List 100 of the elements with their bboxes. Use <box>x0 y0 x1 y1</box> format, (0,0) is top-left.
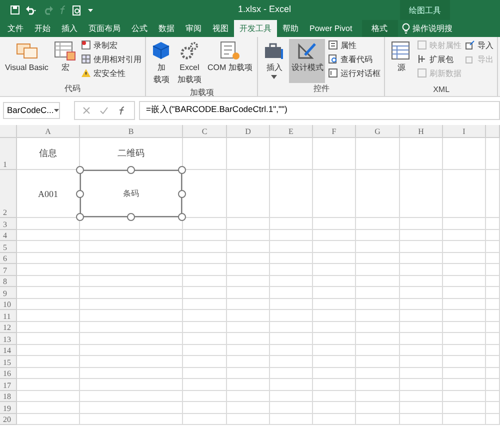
ribbon-tab[interactable]: 开发工具 <box>234 20 277 37</box>
ribbon-button[interactable]: 录制宏 <box>80 39 142 51</box>
row-header[interactable]: 16 <box>0 368 17 379</box>
window-title: 1.xlsx - Excel <box>238 4 292 14</box>
ribbon-tab[interactable]: 插入 <box>56 20 83 37</box>
ruler-pencil-icon <box>296 41 318 61</box>
row-header[interactable]: 19 <box>0 402 17 414</box>
group-label: 控件 <box>312 83 330 95</box>
column-header[interactable]: H <box>400 125 443 138</box>
formula-field[interactable]: =嵌入("BARCODE.BarCodeCtrl.1","") <box>139 100 500 120</box>
ribbon-button[interactable]: 运行对话框 <box>327 67 382 79</box>
row-header[interactable]: 1 <box>0 138 17 170</box>
ribbon-button[interactable]: 加 载项 <box>149 39 174 87</box>
ribbon-button[interactable]: 设计模式 <box>289 39 326 83</box>
resize-handle[interactable] <box>178 190 186 198</box>
ribbon-tab[interactable]: 帮助 <box>277 20 304 37</box>
ribbon-button[interactable]: 使用相对引用 <box>80 53 142 65</box>
resize-handle[interactable] <box>76 213 84 221</box>
column-header[interactable]: I <box>443 125 486 138</box>
macro-sheet-icon <box>54 41 76 61</box>
list-gear-icon <box>218 41 241 61</box>
dialog-icon <box>328 68 338 78</box>
resize-handle[interactable] <box>127 166 135 174</box>
column-header[interactable] <box>486 125 500 138</box>
ribbon-button[interactable]: 查看代码 <box>327 53 382 65</box>
ribbon-button[interactable]: 宏 <box>52 39 78 83</box>
resize-handle[interactable] <box>127 213 135 221</box>
group-label: 加载项 <box>188 87 215 99</box>
view-code-icon <box>328 54 338 64</box>
ribbon-tab[interactable]: 数据 <box>153 20 180 37</box>
toolbox-icon <box>263 41 286 61</box>
export-icon <box>465 54 476 64</box>
row-header[interactable]: 14 <box>0 344 17 356</box>
row-header[interactable]: 12 <box>0 322 17 333</box>
cancel-icon[interactable] <box>83 106 90 114</box>
lightbulb-icon[interactable] <box>402 23 410 34</box>
row-header[interactable]: 5 <box>0 241 17 252</box>
warning-icon <box>81 68 92 78</box>
row-header[interactable]: 11 <box>0 310 17 322</box>
save-icon[interactable] <box>10 5 20 15</box>
ribbon-tab[interactable]: 开始 <box>29 20 56 37</box>
column-header[interactable]: F <box>313 125 356 138</box>
select-all-corner[interactable] <box>0 125 17 138</box>
map-properties-icon <box>417 40 428 50</box>
name-box[interactable]: BarCodeC... <box>3 102 60 118</box>
ribbon-button[interactable]: 宏安全性 <box>80 67 142 79</box>
ribbon-button[interactable]: 导入 <box>464 39 494 51</box>
record-icon <box>81 40 92 50</box>
row-header[interactable]: 7 <box>0 264 17 276</box>
ribbon-button[interactable]: 插入 <box>261 39 288 83</box>
visual-basic-icon <box>16 41 38 61</box>
function-icon[interactable] <box>59 5 67 15</box>
tell-me-search[interactable]: 操作说明搜 <box>412 23 453 34</box>
ribbon-button[interactable]: COM 加载项 <box>205 39 254 83</box>
ribbon-tab[interactable]: 页面布局 <box>83 20 126 37</box>
ribbon-tab[interactable]: 公式 <box>126 20 153 37</box>
row-header[interactable]: 3 <box>0 218 17 230</box>
ribbon-tab[interactable]: 视图 <box>207 20 234 37</box>
column-header[interactable]: C <box>183 125 227 138</box>
ribbon-button[interactable]: Visual Basic <box>3 39 50 83</box>
enter-icon[interactable] <box>100 106 108 114</box>
import-icon <box>465 40 476 50</box>
row-header[interactable]: 20 <box>0 414 17 425</box>
properties-icon <box>328 40 338 50</box>
row-header[interactable]: 17 <box>0 379 17 390</box>
row-header[interactable]: 2 <box>0 170 17 218</box>
ribbon-tab[interactable]: 审阅 <box>180 20 207 37</box>
ribbon-button[interactable]: Excel 加载项 <box>175 39 204 87</box>
ribbon-tab[interactable]: 格式 <box>362 20 398 37</box>
resize-handle[interactable] <box>178 166 186 174</box>
redo-icon[interactable] <box>42 5 54 15</box>
resize-handle[interactable] <box>76 190 84 198</box>
customize-dropdown-icon[interactable] <box>87 7 94 13</box>
caret-icon <box>54 108 59 112</box>
resize-handle[interactable] <box>178 213 186 221</box>
column-header[interactable]: A <box>17 125 80 138</box>
column-header[interactable]: E <box>270 125 313 138</box>
row-header[interactable]: 4 <box>0 230 17 241</box>
row-header[interactable]: 18 <box>0 390 17 402</box>
group-label: 代码 <box>64 83 82 95</box>
group-label: XML <box>432 85 451 96</box>
ribbon-button[interactable]: 扩展包 <box>416 53 462 65</box>
column-header[interactable]: B <box>80 125 183 138</box>
row-header[interactable]: 8 <box>0 276 17 287</box>
column-header[interactable]: G <box>356 125 400 138</box>
insert-function-icon[interactable] <box>118 106 126 114</box>
column-header[interactable]: D <box>227 125 270 138</box>
row-header[interactable]: 10 <box>0 298 17 310</box>
row-header[interactable]: 9 <box>0 287 17 298</box>
undo-icon[interactable] <box>25 5 37 15</box>
row-header[interactable]: 15 <box>0 356 17 368</box>
ribbon-button[interactable]: 属性 <box>327 39 382 51</box>
row-header[interactable]: 13 <box>0 333 17 344</box>
resize-handle[interactable] <box>76 166 84 174</box>
row-header[interactable]: 6 <box>0 252 17 264</box>
ribbon-button[interactable]: 源 <box>388 39 414 83</box>
print-preview-icon[interactable] <box>72 4 82 16</box>
ribbon-tab[interactable]: Power Pivot <box>304 20 358 37</box>
ribbon-tab[interactable]: 文件 <box>2 20 29 37</box>
xml-source-icon <box>390 41 412 61</box>
